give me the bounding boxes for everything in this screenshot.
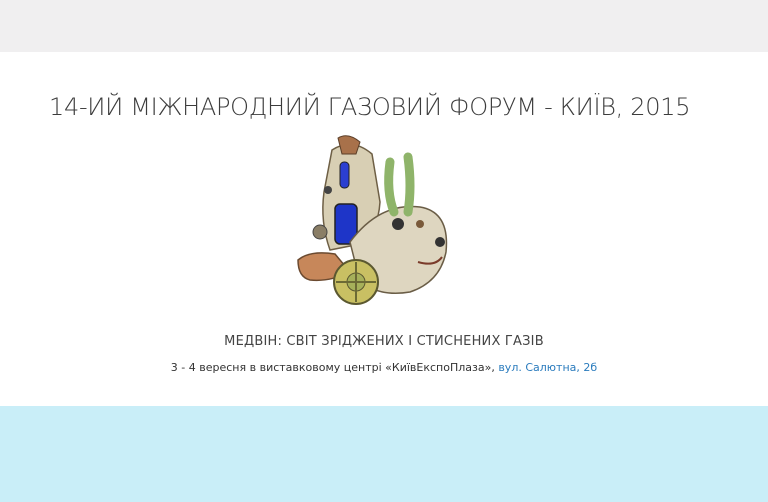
address-link[interactable]: вул. Салютна, 2б — [498, 361, 597, 374]
event-info: 3 - 4 вересня в виставковому центрі «Киї… — [0, 361, 768, 374]
top-band — [0, 0, 768, 52]
snail-sculpture-image — [297, 135, 448, 305]
event-subtitle: МЕДВІН: СВІТ ЗРІДЖЕНИХ І СТИСНЕНИХ ГАЗІВ — [224, 334, 544, 349]
page-title: 14-ИЙ МІЖНАРОДНИЙ ГАЗОВИЙ ФОРУМ - КИЇВ, … — [49, 93, 691, 121]
bottom-band — [0, 406, 768, 502]
event-date-location: 3 - 4 вересня в виставковому центрі «Киї… — [170, 361, 499, 374]
